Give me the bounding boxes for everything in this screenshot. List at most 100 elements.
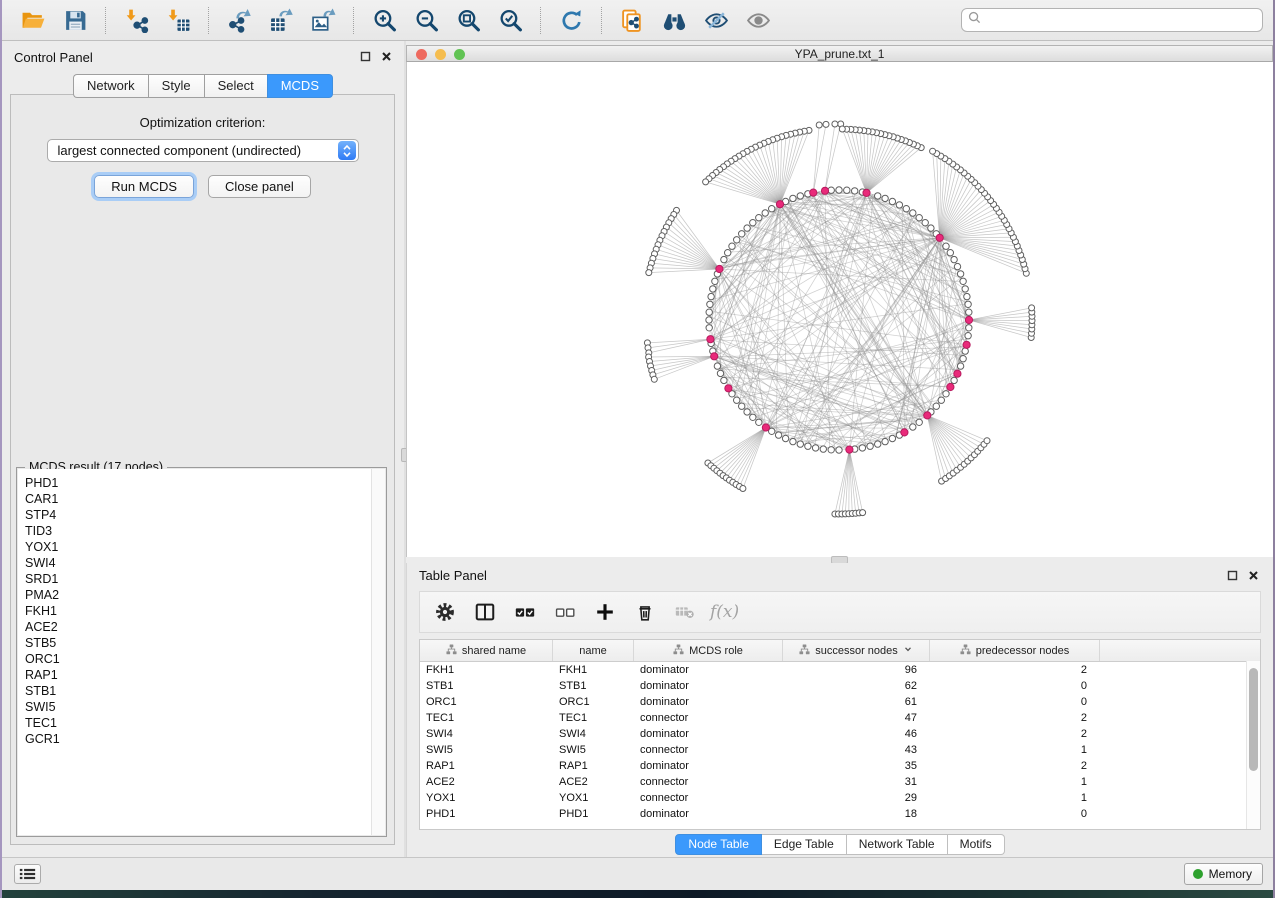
run-mcds-button[interactable]: Run MCDS <box>94 175 194 198</box>
optimization-criterion-select[interactable]: largest connected component (undirected) <box>47 139 359 162</box>
table-cell[interactable]: 1 <box>930 774 1100 790</box>
network-mcds-node[interactable] <box>776 201 783 208</box>
table-cell[interactable]: ACE2 <box>553 774 634 790</box>
mcds-result-item[interactable]: TID3 <box>25 523 385 539</box>
table-cell[interactable]: dominator <box>634 662 783 678</box>
table-cell[interactable]: 1 <box>930 742 1100 758</box>
network-edge[interactable] <box>940 186 978 238</box>
table-cell[interactable]: FKH1 <box>420 662 553 678</box>
network-node[interactable] <box>739 403 745 409</box>
network-mcds-node[interactable] <box>924 412 931 419</box>
network-node[interactable] <box>938 397 944 403</box>
network-node[interactable] <box>721 377 727 383</box>
table-cell[interactable]: dominator <box>634 758 783 774</box>
network-graph[interactable] <box>407 62 1274 557</box>
network-mcds-node[interactable] <box>707 336 714 343</box>
mcds-result-item[interactable]: CAR1 <box>25 491 385 507</box>
network-mcds-node[interactable] <box>762 424 769 431</box>
table-cell[interactable]: dominator <box>634 694 783 710</box>
table-cell[interactable]: 96 <box>783 662 930 678</box>
network-mcds-node[interactable] <box>965 316 972 323</box>
hide-graphics-details-icon[interactable] <box>701 5 731 35</box>
table-cell[interactable]: 47 <box>783 710 930 726</box>
network-edge[interactable] <box>825 124 841 191</box>
network-edge[interactable] <box>867 136 890 193</box>
tab-edge-table[interactable]: Edge Table <box>762 834 847 855</box>
network-edge[interactable] <box>867 141 906 193</box>
column-header-predecessor-nodes[interactable]: predecessor nodes <box>930 640 1100 661</box>
mcds-result-item[interactable]: SWI5 <box>25 699 385 715</box>
network-leaf-node[interactable] <box>832 121 838 127</box>
network-node[interactable] <box>954 263 960 269</box>
table-cell[interactable]: 0 <box>930 678 1100 694</box>
network-node[interactable] <box>962 348 968 354</box>
network-node[interactable] <box>836 187 842 193</box>
network-edge[interactable] <box>726 428 766 478</box>
mcds-result-item[interactable]: SWI4 <box>25 555 385 571</box>
network-node[interactable] <box>928 225 934 231</box>
network-node[interactable] <box>910 424 916 430</box>
network-edge[interactable] <box>927 415 960 467</box>
network-leaf-node[interactable] <box>651 376 657 382</box>
table-row[interactable]: STB1STB1dominator620 <box>420 678 1260 694</box>
network-node[interactable] <box>903 206 909 212</box>
network-edge[interactable] <box>720 428 766 474</box>
export-image-icon[interactable] <box>308 5 338 35</box>
network-node[interactable] <box>943 243 949 249</box>
network-edge[interactable] <box>867 148 922 193</box>
network-leaf-node[interactable] <box>816 122 822 128</box>
network-edge[interactable] <box>813 125 819 193</box>
tab-select[interactable]: Select <box>204 74 267 98</box>
network-node[interactable] <box>957 363 963 369</box>
table-cell[interactable]: ORC1 <box>420 694 553 710</box>
table-cell[interactable]: connector <box>634 774 783 790</box>
network-edge[interactable] <box>662 236 719 269</box>
network-node[interactable] <box>966 325 972 331</box>
network-leaf-node[interactable] <box>984 438 990 444</box>
network-edge[interactable] <box>927 415 967 461</box>
network-node[interactable] <box>708 293 714 299</box>
network-node[interactable] <box>769 206 775 212</box>
network-edge[interactable] <box>651 356 715 366</box>
table-cell[interactable]: 1 <box>930 790 1100 806</box>
mcds-result-item[interactable]: TEC1 <box>25 715 385 731</box>
network-node[interactable] <box>714 363 720 369</box>
network-leaf-node[interactable] <box>703 179 709 185</box>
table-settings-gear-icon[interactable] <box>430 597 460 627</box>
network-node[interactable] <box>951 377 957 383</box>
network-node[interactable] <box>707 301 713 307</box>
table-cell[interactable]: 2 <box>930 710 1100 726</box>
table-cell[interactable]: RAP1 <box>553 758 634 774</box>
tab-node-table[interactable]: Node Table <box>675 834 762 855</box>
column-header-MCDS-role[interactable]: MCDS role <box>634 640 783 661</box>
tab-network[interactable]: Network <box>73 74 148 98</box>
network-edge[interactable] <box>838 450 849 514</box>
mcds-result-item[interactable]: ACE2 <box>25 619 385 635</box>
search-binoculars-icon[interactable] <box>659 5 689 35</box>
network-edge[interactable] <box>937 154 940 238</box>
network-edge[interactable] <box>766 265 957 427</box>
table-cell[interactable]: 0 <box>930 694 1100 710</box>
network-node[interactable] <box>844 187 850 193</box>
table-cell[interactable]: 0 <box>930 806 1100 822</box>
mcds-result-item[interactable]: PMA2 <box>25 587 385 603</box>
network-mcds-node[interactable] <box>947 383 954 390</box>
mcds-result-item[interactable]: STB5 <box>25 635 385 651</box>
mcds-result-scrollbar[interactable] <box>371 469 385 835</box>
network-node[interactable] <box>756 419 762 425</box>
network-node[interactable] <box>896 202 902 208</box>
network-edge[interactable] <box>927 415 957 470</box>
mcds-result-item[interactable]: GCR1 <box>25 731 385 747</box>
network-edge[interactable] <box>849 450 862 513</box>
network-node[interactable] <box>916 215 922 221</box>
network-node[interactable] <box>859 445 865 451</box>
network-leaf-node[interactable] <box>823 121 829 127</box>
zoom-out-icon[interactable] <box>411 5 441 35</box>
network-edge[interactable] <box>969 320 1032 329</box>
network-node[interactable] <box>836 447 842 453</box>
table-cell[interactable]: RAP1 <box>420 758 553 774</box>
tab-style[interactable]: Style <box>148 74 204 98</box>
network-node[interactable] <box>744 225 750 231</box>
table-scrollbar[interactable] <box>1246 661 1260 829</box>
table-row[interactable]: ACE2ACE2connector311 <box>420 774 1260 790</box>
